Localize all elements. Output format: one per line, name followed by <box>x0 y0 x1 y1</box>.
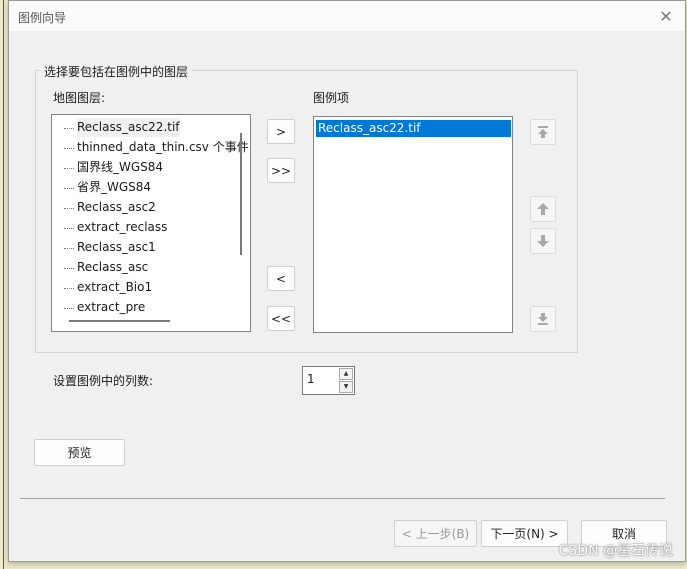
legend-wizard-dialog: 图例向导 ✕ 选择要包括在图例中的图层 地图图层: 图例项 Reclass_as… <box>8 0 686 562</box>
spin-up-button[interactable]: ▲ <box>339 368 353 380</box>
move-to-bottom-icon <box>538 313 548 325</box>
add-all-layers-button[interactable]: >> <box>267 158 295 183</box>
move-to-top-icon <box>538 126 548 138</box>
title-bar: 图例向导 ✕ <box>9 1 685 31</box>
list-item[interactable]: Reclass_asc22.tif <box>77 118 180 137</box>
horizontal-scrollbar[interactable] <box>69 320 170 322</box>
close-icon: ✕ <box>659 6 673 26</box>
add-layer-button[interactable]: > <box>267 119 295 144</box>
map-layers-label: 地图图层: <box>53 91 106 105</box>
group-title: 选择要包括在图例中的图层 <box>40 63 193 80</box>
arrow-up-icon <box>537 203 549 215</box>
remove-all-layers-button[interactable]: << <box>267 306 295 331</box>
move-up-button[interactable] <box>530 196 556 222</box>
list-item[interactable]: extract_pre <box>77 298 145 317</box>
columns-spinner[interactable]: 1 ▲ ▼ <box>302 366 355 395</box>
columns-label: 设置图例中的列数: <box>53 374 154 388</box>
list-item[interactable]: Reclass_asc <box>77 258 148 277</box>
columns-value: 1 <box>307 372 315 386</box>
map-border-line <box>3 0 4 569</box>
next-button[interactable]: 下一页(N) > <box>481 520 568 547</box>
preview-button[interactable]: 预览 <box>34 439 125 466</box>
list-item[interactable]: extract_Bio1 <box>77 278 152 297</box>
legend-items-list[interactable]: Reclass_asc22.tif <box>313 116 513 333</box>
list-item[interactable]: 省界_WGS84 <box>77 178 151 197</box>
move-bottom-button[interactable] <box>530 306 556 332</box>
spin-down-button[interactable]: ▼ <box>339 381 353 393</box>
map-layers-list[interactable]: Reclass_asc22.tif thinned_data_thin.csv … <box>51 114 251 332</box>
list-item[interactable]: thinned_data_thin.csv 个事件 <box>77 138 249 157</box>
move-top-button[interactable] <box>530 119 556 145</box>
list-item[interactable]: extract_reclass <box>77 218 167 237</box>
vertical-scrollbar[interactable] <box>240 133 242 255</box>
list-item[interactable]: 国界线_WGS84 <box>77 158 163 177</box>
remove-layer-button[interactable]: < <box>267 266 295 291</box>
list-item[interactable]: Reclass_asc1 <box>77 238 156 257</box>
move-down-button[interactable] <box>530 228 556 254</box>
footer-separator <box>20 498 665 499</box>
list-item[interactable]: Reclass_asc22.tif <box>316 120 511 137</box>
legend-items-label: 图例项 <box>313 91 350 105</box>
close-button[interactable]: ✕ <box>655 5 677 27</box>
watermark: CSDN @星石传说 <box>558 543 673 559</box>
back-button[interactable]: < 上一步(B) <box>394 520 477 547</box>
dialog-title: 图例向导 <box>18 11 67 25</box>
list-item[interactable]: Reclass_asc2 <box>77 198 156 217</box>
arrow-down-icon <box>537 235 549 247</box>
